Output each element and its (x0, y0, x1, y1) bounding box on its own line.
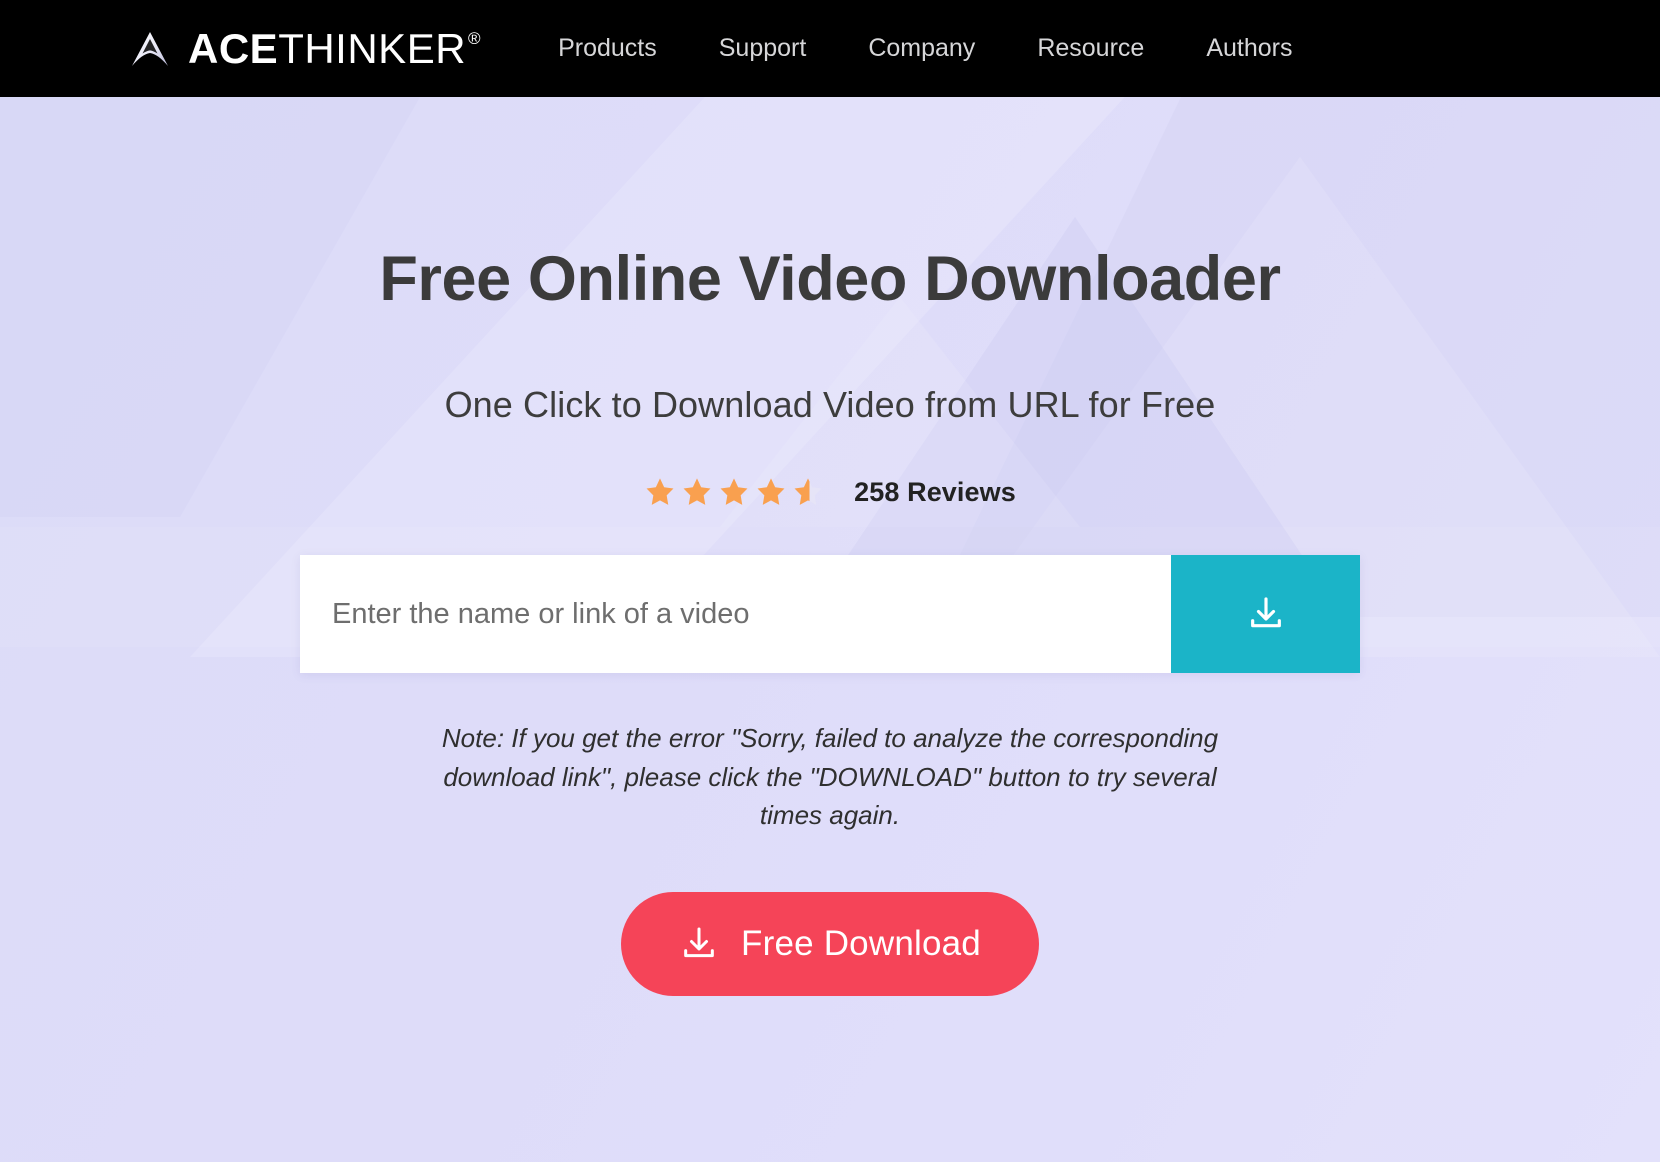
hero-content: Free Online Video Downloader One Click t… (0, 244, 1660, 996)
video-url-search-bar (300, 555, 1360, 674)
nav-link-resource[interactable]: Resource (1006, 34, 1175, 62)
download-note-text: Note: If you get the error "Sorry, faile… (441, 723, 1219, 831)
nav-item-authors[interactable]: Authors (1175, 34, 1323, 63)
registered-trademark-icon: ® (468, 28, 482, 48)
search-download-button[interactable] (1171, 555, 1360, 674)
top-navigation-bar: ACETHINKER ® Products Support Company Res… (0, 0, 1660, 97)
download-icon (679, 923, 719, 965)
nav-item-products[interactable]: Products (527, 34, 688, 63)
hero-section: Free Online Video Downloader One Click t… (0, 97, 1660, 1162)
nav-link-list: Products Support Company Resource Author… (527, 34, 1323, 63)
brand-wordmark-bold: ACE (188, 24, 279, 72)
brand-wordmark-light: THINKER (278, 24, 467, 72)
main-nav: Products Support Company Resource Author… (527, 34, 1323, 63)
cta-row: Free Download (0, 891, 1660, 996)
nav-link-authors[interactable]: Authors (1175, 34, 1323, 62)
search-input[interactable] (300, 555, 1171, 674)
page-subtitle: One Click to Download Video from URL for… (444, 384, 1216, 426)
star-full-icon (683, 478, 711, 506)
nav-item-company[interactable]: Company (837, 34, 1006, 63)
nav-link-support[interactable]: Support (688, 34, 838, 62)
download-icon (1246, 594, 1286, 634)
page-title: Free Online Video Downloader (379, 244, 1281, 314)
free-download-button-label: Free Download (741, 923, 981, 963)
star-rating (644, 476, 824, 508)
nav-link-company[interactable]: Company (837, 34, 1006, 62)
free-download-button[interactable]: Free Download (621, 891, 1039, 996)
rating-row: 258 Reviews (0, 476, 1660, 508)
star-full-icon (720, 478, 748, 506)
reviews-count-label: 258 Reviews (854, 476, 1016, 507)
nav-item-support[interactable]: Support (688, 34, 838, 63)
star-full-icon (646, 478, 674, 506)
brand-logo-link[interactable]: ACETHINKER ® (128, 24, 482, 72)
nav-link-products[interactable]: Products (527, 34, 688, 62)
star-full-icon (757, 478, 785, 506)
nav-item-resource[interactable]: Resource (1006, 34, 1175, 63)
acethinker-mountain-logo-icon (128, 27, 172, 71)
brand-wordmark: ACETHINKER ® (188, 24, 482, 72)
star-half-icon (794, 478, 822, 506)
